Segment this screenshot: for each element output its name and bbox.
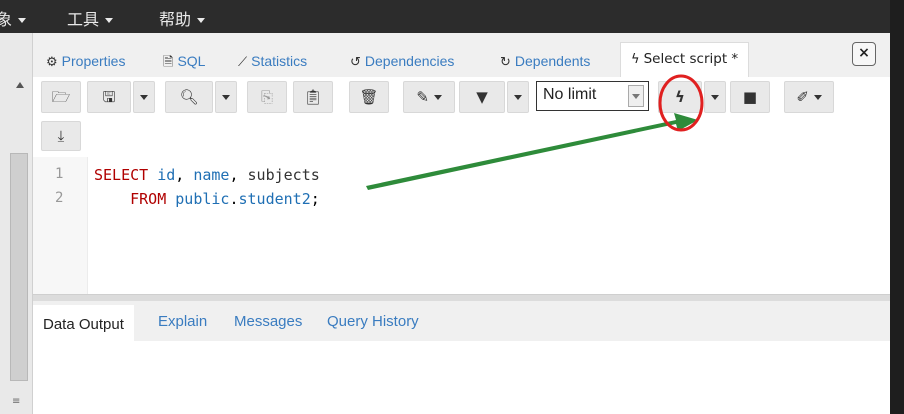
annotation-overlay [366,74,704,190]
annotation-arrow [366,113,698,190]
